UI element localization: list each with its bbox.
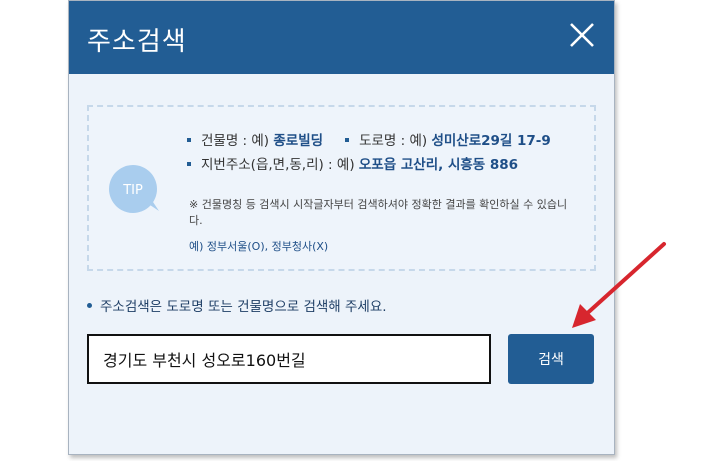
- tip-building-example: 종로빌딩: [273, 133, 324, 149]
- bullet-icon: [345, 137, 350, 142]
- tip-box: TIP 건물명 : 예) 종로빌딩 도로명 : 예) 성미산로29길 17-9 지…: [87, 105, 596, 271]
- dialog-header: 주소검색: [69, 1, 614, 74]
- bullet-icon: [187, 161, 191, 166]
- tip-line-2: 지번주소(읍,면,동,리) : 예) 오포읍 고산리, 시흥동 886: [187, 153, 551, 177]
- close-icon[interactable]: [568, 21, 596, 49]
- dialog-title: 주소검색: [87, 27, 187, 57]
- search-guide-text: 주소검색은 도로명 또는 건물명으로 검색해 주세요.: [100, 299, 387, 315]
- tip-note: ※ 건물명칭 등 검색시 시작글자부터 검색하셔야 정확한 결과를 확인하실 수…: [189, 198, 568, 227]
- tip-jibun-label: 지번주소(읍,면,동,리) : 예): [201, 157, 355, 173]
- tip-badge-label: TIP: [122, 183, 143, 198]
- tip-line-1: 건물명 : 예) 종로빌딩 도로명 : 예) 성미산로29길 17-9: [187, 129, 551, 153]
- tip-building-label: 건물명 : 예): [201, 133, 270, 149]
- search-button[interactable]: 검색: [508, 334, 594, 384]
- address-search-dialog: 주소검색 TIP 건물명 : 예) 종로빌딩 도로명 : 예) 성미산로29길 1…: [68, 0, 615, 455]
- bullet-icon: [187, 137, 191, 142]
- search-input[interactable]: [87, 334, 491, 384]
- tip-badge: TIP: [107, 163, 161, 217]
- search-guide: 주소검색은 도로명 또는 건물명으로 검색해 주세요.: [87, 295, 387, 315]
- tip-example: 예) 정부서울(O), 정부청사(X): [189, 240, 329, 253]
- tip-road-example: 성미산로29길 17-9: [431, 133, 551, 149]
- red-arrow-icon: [572, 242, 666, 328]
- tip-lines: 건물명 : 예) 종로빌딩 도로명 : 예) 성미산로29길 17-9 지번주소(…: [187, 129, 551, 177]
- tip-road-label: 도로명 : 예): [359, 133, 428, 149]
- tip-jibun-example: 오포읍 고산리, 시흥동 886: [358, 157, 519, 173]
- bullet-icon: [87, 303, 92, 308]
